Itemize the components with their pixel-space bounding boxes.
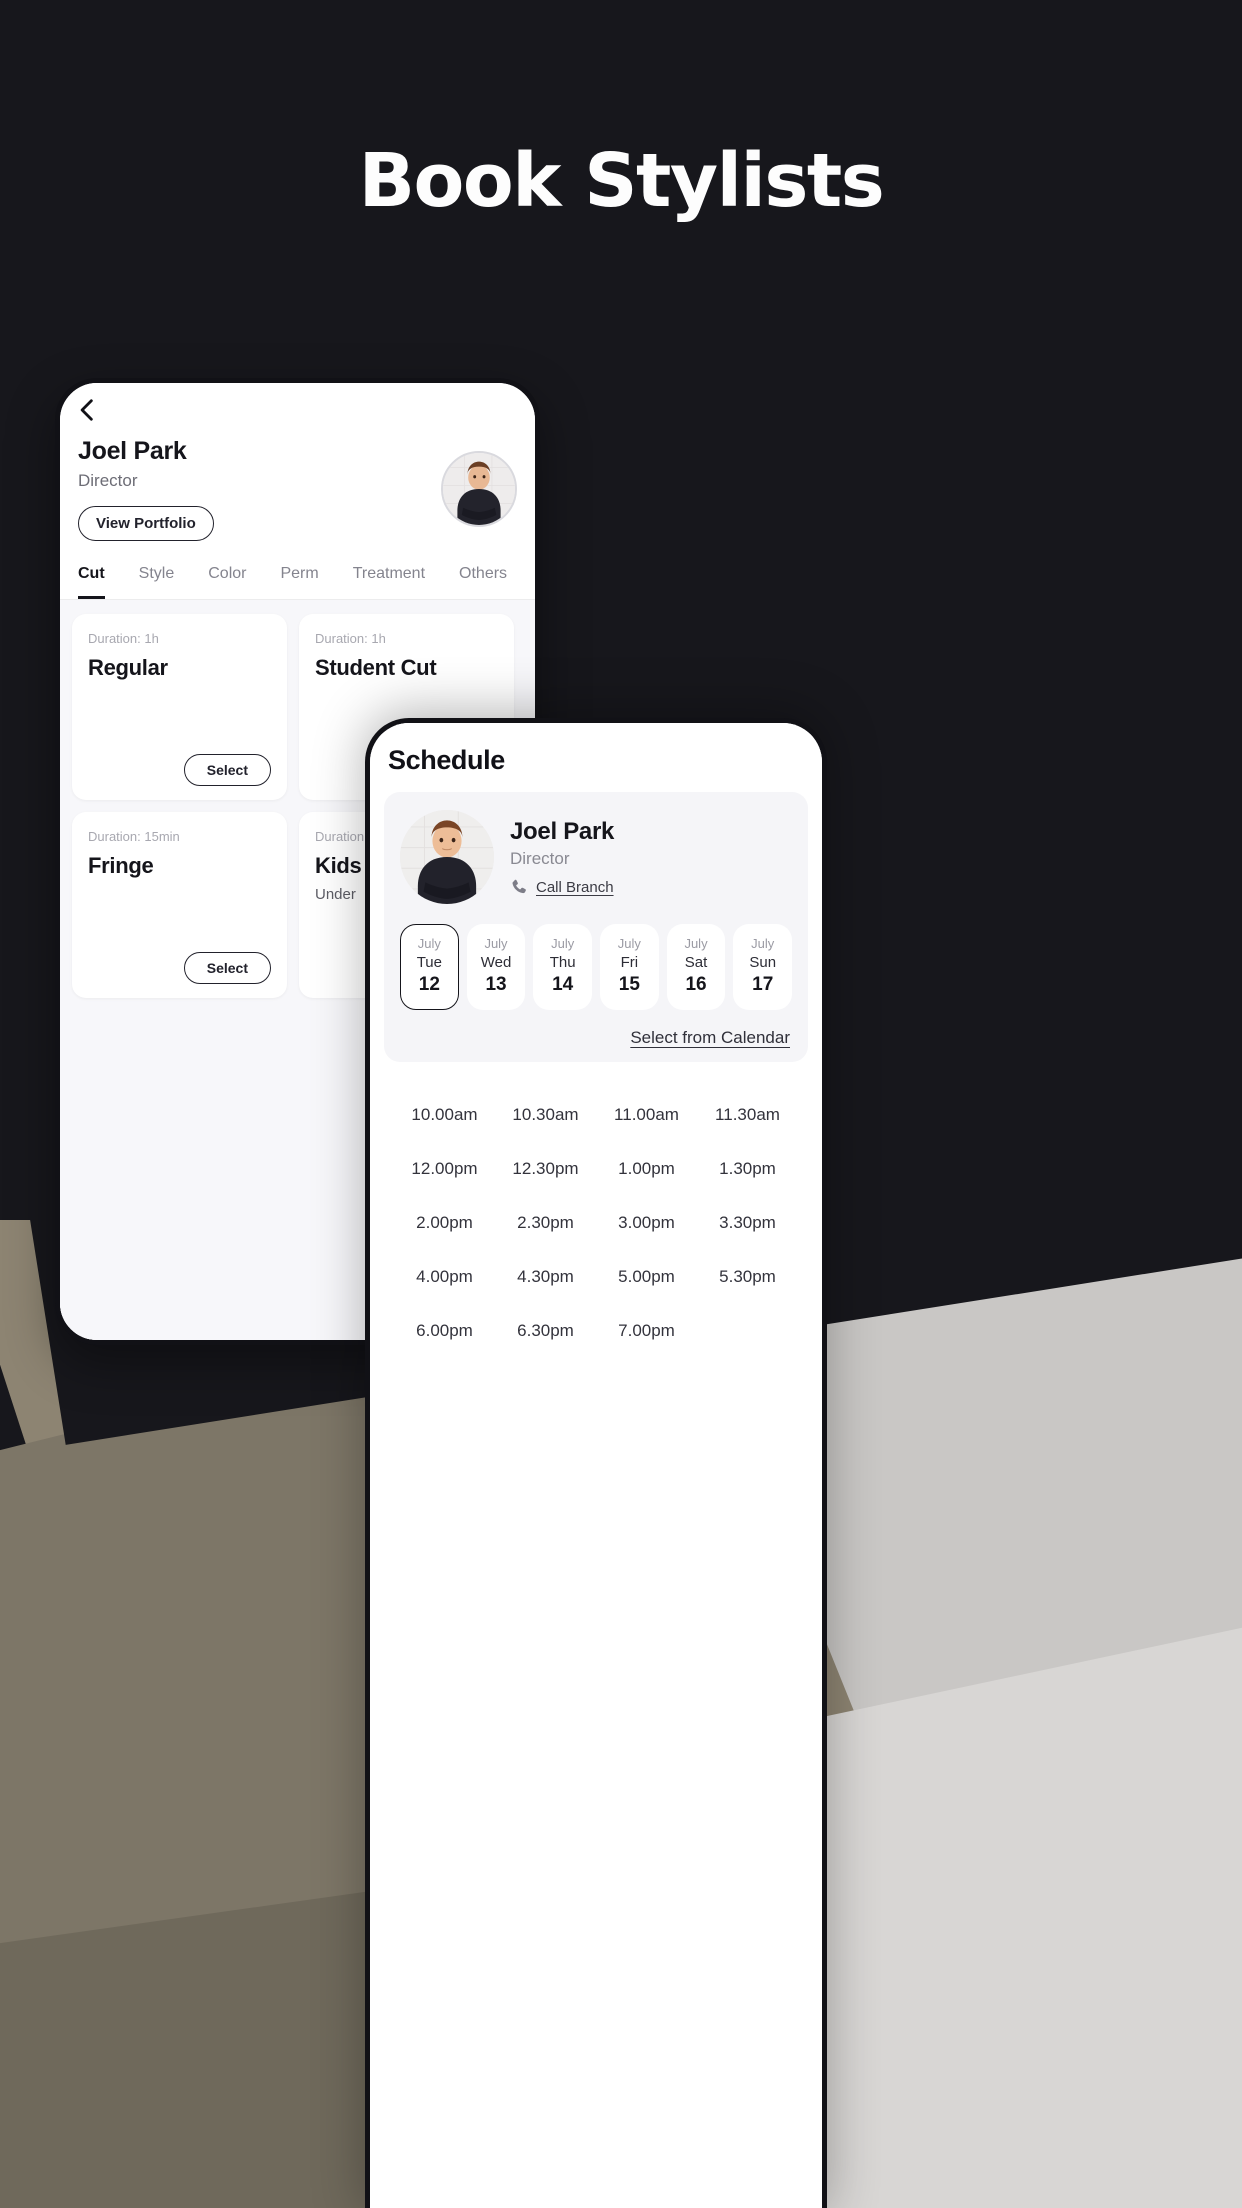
- select-service-button[interactable]: Select: [183, 952, 271, 984]
- date-day: 14: [552, 974, 574, 995]
- time-slot[interactable]: 4.30pm: [495, 1250, 596, 1304]
- schedule-title: Schedule: [388, 745, 505, 775]
- time-slot[interactable]: 12.30pm: [495, 1142, 596, 1196]
- service-card[interactable]: Duration: 1h Regular Select: [72, 614, 287, 800]
- stylist-avatar: [441, 451, 517, 527]
- stylist-role: Director: [78, 471, 138, 490]
- chevron-left-icon: [80, 399, 93, 421]
- date-month: July: [551, 936, 575, 951]
- time-slot-row: 4.00pm 4.30pm 5.00pm 5.30pm: [394, 1250, 798, 1304]
- date-day: 13: [485, 974, 507, 995]
- date-month: July: [417, 936, 441, 951]
- time-slot-row: 6.00pm 6.30pm 7.00pm: [394, 1304, 798, 1358]
- stylist-header: Joel Park Director View Portfolio: [60, 423, 535, 541]
- time-slot[interactable]: 11.30am: [697, 1088, 798, 1142]
- time-slot-grid: 10.00am 10.30am 11.00am 11.30am 12.00pm …: [370, 1062, 822, 1358]
- date-selector[interactable]: July Tue 12 July Wed 13 July Thu 14 July…: [400, 924, 793, 1010]
- date-day: 15: [618, 974, 640, 995]
- view-portfolio-button[interactable]: View Portfolio: [78, 506, 214, 541]
- stylist-header-text: Joel Park Director View Portfolio: [78, 437, 441, 541]
- time-slot[interactable]: 6.30pm: [495, 1304, 596, 1358]
- date-weekday: Sat: [684, 954, 708, 971]
- select-from-calendar-link[interactable]: Select from Calendar: [630, 1028, 790, 1047]
- phone-handset-icon: [512, 879, 526, 894]
- date-pill-14[interactable]: July Thu 14: [533, 924, 593, 1010]
- date-month: July: [684, 936, 708, 951]
- stylist-role: Director: [510, 849, 570, 868]
- stylist-name: Joel Park: [510, 818, 615, 845]
- service-category-tabs[interactable]: Cut Style Color Perm Treatment Others: [60, 565, 535, 600]
- stylist-profile-text: Joel Park Director Call Branch: [510, 818, 792, 896]
- back-button[interactable]: [60, 383, 535, 423]
- time-slot[interactable]: 1.00pm: [596, 1142, 697, 1196]
- time-slot[interactable]: 6.00pm: [394, 1304, 495, 1358]
- time-slot[interactable]: 2.30pm: [495, 1196, 596, 1250]
- date-pill-12[interactable]: July Tue 12: [400, 924, 459, 1010]
- time-slot[interactable]: 10.30am: [495, 1088, 596, 1142]
- date-weekday: Wed: [480, 954, 512, 971]
- time-slot[interactable]: 4.00pm: [394, 1250, 495, 1304]
- date-pill-13[interactable]: July Wed 13: [466, 924, 526, 1010]
- schedule-screen: Schedule Joel Park Director Call Branch …: [370, 723, 822, 2208]
- date-weekday: Thu: [549, 954, 576, 971]
- date-day: 16: [685, 974, 707, 995]
- date-pill-17[interactable]: July Sun 17: [733, 924, 793, 1010]
- schedule-stylist-card: Joel Park Director Call Branch July Tue …: [384, 792, 808, 1062]
- service-card[interactable]: Duration: 15min Fringe Select: [72, 812, 287, 998]
- time-slot[interactable]: 1.30pm: [697, 1142, 798, 1196]
- date-weekday: Fri: [620, 954, 639, 971]
- time-slot[interactable]: 5.30pm: [697, 1250, 798, 1304]
- tab-treatment[interactable]: Treatment: [353, 565, 425, 599]
- date-day: 12: [418, 974, 440, 995]
- date-weekday: Tue: [416, 954, 442, 971]
- service-name: Student Cut: [315, 655, 437, 680]
- service-name: Regular: [88, 655, 168, 680]
- time-slot[interactable]: 7.00pm: [596, 1304, 697, 1358]
- time-slot-row: 10.00am 10.30am 11.00am 11.30am: [394, 1088, 798, 1142]
- time-slot-row: 12.00pm 12.30pm 1.00pm 1.30pm: [394, 1142, 798, 1196]
- time-slot[interactable]: 3.00pm: [596, 1196, 697, 1250]
- tab-cut[interactable]: Cut: [78, 565, 105, 599]
- call-branch-label: Call Branch: [536, 878, 614, 896]
- call-branch-button[interactable]: Call Branch: [510, 878, 792, 896]
- service-duration: Duration: 1h: [315, 631, 386, 646]
- service-duration: Duration: 1h: [88, 631, 159, 646]
- time-slot-row: 2.00pm 2.30pm 3.00pm 3.30pm: [394, 1196, 798, 1250]
- time-slot[interactable]: 11.00am: [596, 1088, 697, 1142]
- time-slot[interactable]: 5.00pm: [596, 1250, 697, 1304]
- date-month: July: [751, 936, 775, 951]
- stylist-name: Joel Park: [78, 437, 187, 465]
- select-service-button[interactable]: Select: [183, 754, 271, 786]
- service-name: Fringe: [88, 853, 154, 878]
- date-month: July: [484, 936, 508, 951]
- phone-mockup-schedule: Schedule Joel Park Director Call Branch …: [365, 718, 827, 2208]
- time-slot[interactable]: 12.00pm: [394, 1142, 495, 1196]
- stylist-profile: Joel Park Director Call Branch: [400, 810, 792, 904]
- tab-others[interactable]: Others: [459, 565, 507, 599]
- time-slot-empty: [697, 1304, 798, 1358]
- date-pill-16[interactable]: July Sat 16: [666, 924, 726, 1010]
- date-pill-15[interactable]: July Fri 15: [600, 924, 659, 1010]
- date-month: July: [617, 936, 641, 951]
- service-duration: Duration: 15min: [88, 829, 180, 844]
- stylist-avatar: [400, 810, 494, 904]
- date-day: 17: [752, 974, 774, 995]
- tab-perm[interactable]: Perm: [280, 565, 318, 599]
- time-slot[interactable]: 10.00am: [394, 1088, 495, 1142]
- date-weekday: Sun: [749, 954, 777, 971]
- calendar-link-row: Select from Calendar: [400, 1028, 792, 1048]
- time-slot[interactable]: 2.00pm: [394, 1196, 495, 1250]
- time-slot[interactable]: 3.30pm: [697, 1196, 798, 1250]
- tab-color[interactable]: Color: [208, 565, 246, 599]
- page-title: Book Stylists: [358, 138, 885, 224]
- tab-style[interactable]: Style: [139, 565, 175, 599]
